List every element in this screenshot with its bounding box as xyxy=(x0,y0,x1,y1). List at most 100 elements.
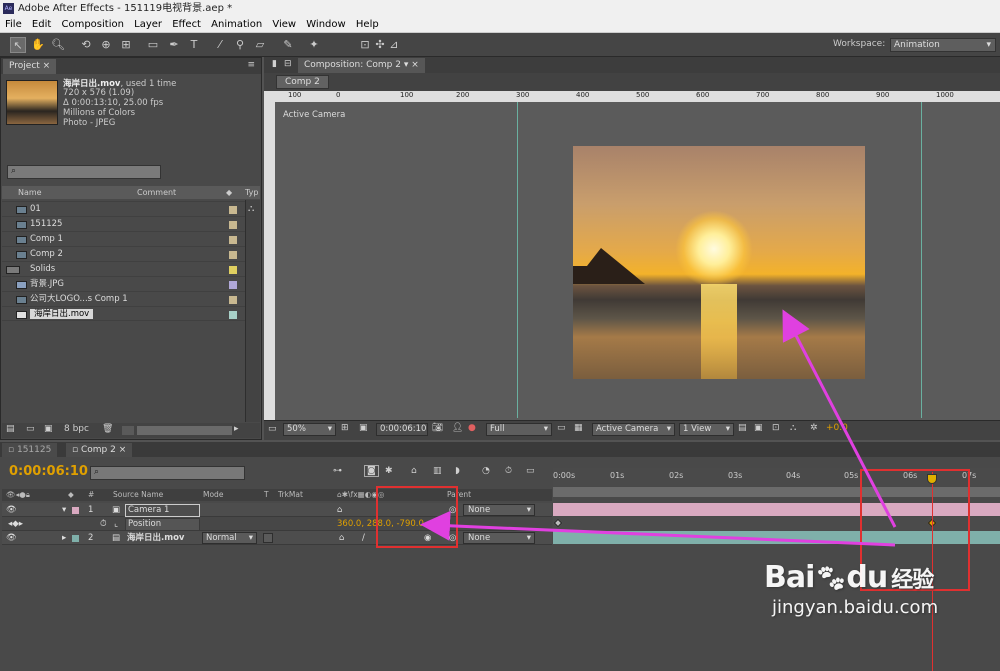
layer-name[interactable]: 海岸日出.mov xyxy=(125,531,186,545)
tab-comp-2[interactable]: ▫ Comp 2 × xyxy=(66,443,133,458)
column-type[interactable]: Typ xyxy=(245,186,258,199)
quality-switch-icon[interactable]: / xyxy=(362,531,365,545)
sunrise-footage-image[interactable] xyxy=(573,146,865,379)
project-item[interactable]: Solids xyxy=(2,261,245,276)
column-trkmat[interactable]: TrkMat xyxy=(278,489,303,501)
visibility-eye-icon[interactable]: 👁︎ xyxy=(6,503,17,517)
close-icon[interactable]: × xyxy=(43,61,51,71)
reset-exposure-icon[interactable]: ✲ xyxy=(810,423,818,433)
hide-shy-layers-icon[interactable]: ⌂ xyxy=(411,466,417,476)
keyframe-navigator-icon[interactable]: ◂◆▸ xyxy=(8,517,23,531)
live-update-icon[interactable]: ◙ xyxy=(364,465,379,477)
blend-mode-dropdown[interactable]: Normal ▾ xyxy=(202,532,257,544)
parent-dropdown[interactable]: None ▾ xyxy=(463,532,535,544)
menu-help[interactable]: Help xyxy=(356,19,379,30)
close-icon[interactable]: × xyxy=(119,445,127,455)
label-swatch[interactable] xyxy=(229,236,237,244)
current-time-display[interactable]: 0:00:06:10 xyxy=(9,464,88,479)
project-scrollbar[interactable]: ⛬ xyxy=(245,200,260,422)
column-source-name[interactable]: Source Name xyxy=(113,489,163,501)
toggle-pixel-aspect-icon[interactable]: ▤ xyxy=(738,423,747,433)
timeline-search-input[interactable]: ⌕ xyxy=(90,466,245,480)
bit-depth-label[interactable]: 8 bpc xyxy=(64,424,89,434)
guide-line[interactable] xyxy=(921,102,922,418)
fast-previews-icon[interactable]: ▣ xyxy=(754,423,763,433)
project-item[interactable]: 公司大LOGO...s Comp 1 xyxy=(2,291,245,306)
local-axis-icon[interactable]: ⊡ xyxy=(357,37,373,53)
always-preview-icon[interactable]: ▭ xyxy=(268,424,277,434)
menu-layer[interactable]: Layer xyxy=(134,19,162,30)
snapshot-icon[interactable]: 📷︎ xyxy=(432,423,443,433)
visibility-eye-icon[interactable]: 👁︎ xyxy=(6,531,17,545)
track-xy-icon[interactable]: ⊞ xyxy=(118,37,134,53)
label-swatch[interactable] xyxy=(229,266,237,274)
timeline-icon[interactable]: ⊡ xyxy=(772,423,780,433)
hand-tool-icon[interactable]: ✋ xyxy=(30,37,46,53)
menu-effect[interactable]: Effect xyxy=(172,19,201,30)
orbit-camera-icon[interactable]: ⊕ xyxy=(98,37,114,53)
transparency-grid-icon[interactable]: ▦ xyxy=(574,423,583,433)
close-icon[interactable]: × xyxy=(411,60,419,70)
rotate-tool-icon[interactable]: ⟲ xyxy=(78,37,94,53)
layer-label-color[interactable] xyxy=(72,535,79,542)
shy-switch-icon[interactable]: ⌂ xyxy=(339,531,344,545)
stopwatch-icon[interactable]: ⏱︎ xyxy=(100,517,107,531)
selection-tool-icon[interactable]: ↖ xyxy=(10,37,26,53)
channel-icon[interactable]: ● xyxy=(468,423,476,433)
motion-blur-icon[interactable]: ◗ xyxy=(455,466,460,476)
comp-navigator-tab[interactable]: Comp 2 xyxy=(276,75,329,89)
project-item[interactable]: Comp 1 xyxy=(2,231,245,246)
draft-3d-icon[interactable]: ✱ xyxy=(385,466,393,476)
view-layout-dropdown[interactable]: 1 View ▾ xyxy=(679,423,734,436)
project-item[interactable]: 151125 xyxy=(2,216,245,231)
property-name[interactable]: Position xyxy=(125,518,200,531)
workspace-dropdown[interactable]: Animation ▾ xyxy=(890,38,996,52)
eraser-icon[interactable]: ▱ xyxy=(252,37,268,53)
scroll-left-icon[interactable] xyxy=(122,426,134,435)
lock-icon[interactable]: ▮ xyxy=(272,59,277,69)
brush-tool-icon[interactable]: ⁄ xyxy=(212,37,228,53)
shy-switch-icon[interactable]: ⌂ xyxy=(337,503,342,517)
column-name[interactable]: Name xyxy=(18,186,42,199)
view-axis-icon[interactable]: ⊿ xyxy=(386,37,402,53)
type-tool-icon[interactable]: T xyxy=(186,37,202,53)
resolution-dropdown[interactable]: Full ▾ xyxy=(486,423,552,436)
label-swatch[interactable] xyxy=(229,296,237,304)
label-swatch[interactable] xyxy=(229,281,237,289)
region-of-interest-icon[interactable]: ▭ xyxy=(557,423,566,433)
puppet-pin-icon[interactable]: ✦ xyxy=(306,37,322,53)
column-t[interactable]: T xyxy=(264,489,269,501)
menu-window[interactable]: Window xyxy=(306,19,345,30)
label-swatch[interactable] xyxy=(229,221,237,229)
project-item[interactable]: 01 xyxy=(2,201,245,216)
project-search-input[interactable]: ⌕ xyxy=(7,165,161,179)
label-swatch[interactable] xyxy=(229,311,237,319)
magnification-dropdown[interactable]: 50% ▾ xyxy=(283,423,336,436)
tab-project[interactable]: Project × xyxy=(3,59,57,74)
scroll-right-icon[interactable]: ▸ xyxy=(234,424,239,434)
menu-view[interactable]: View xyxy=(272,19,296,30)
layer-label-color[interactable] xyxy=(72,507,79,514)
clone-stamp-icon[interactable]: ⚲ xyxy=(232,37,248,53)
column-mode[interactable]: Mode xyxy=(203,489,223,501)
camera-view-dropdown[interactable]: Active Camera ▾ xyxy=(592,423,675,436)
auto-keyframe-icon[interactable]: ▭ xyxy=(526,466,535,476)
brainstorm-icon[interactable]: ◔ xyxy=(482,466,490,476)
pen-tool-icon[interactable]: ✒ xyxy=(166,37,182,53)
tab-151125[interactable]: ▫ 151125 xyxy=(2,443,58,458)
safe-zones-icon[interactable]: ⊞ xyxy=(341,423,349,433)
menu-file[interactable]: File xyxy=(5,19,22,30)
layer-name[interactable]: Camera 1 xyxy=(125,504,200,517)
property-row-position[interactable]: ◂◆▸ ⏱︎ ⌞ Position 360.0, 288.0, -790.0 xyxy=(2,517,552,531)
rectangle-tool-icon[interactable]: ▭ xyxy=(145,37,161,53)
project-item[interactable]: 背景.JPG xyxy=(2,276,245,291)
show-snapshot-icon[interactable]: 👤︎ xyxy=(452,423,463,433)
project-item[interactable]: 海岸日出.mov xyxy=(2,306,245,321)
guide-line[interactable] xyxy=(517,102,518,418)
exposure-value[interactable]: +0.0 xyxy=(826,423,848,433)
new-folder-icon[interactable]: ▭ xyxy=(26,424,35,434)
mask-visibility-icon[interactable]: ▣ xyxy=(359,423,368,433)
frame-blending-icon[interactable]: ▥ xyxy=(433,466,442,476)
horizontal-scrollbar[interactable] xyxy=(137,426,232,435)
new-composition-icon[interactable]: ▣ xyxy=(44,424,53,434)
